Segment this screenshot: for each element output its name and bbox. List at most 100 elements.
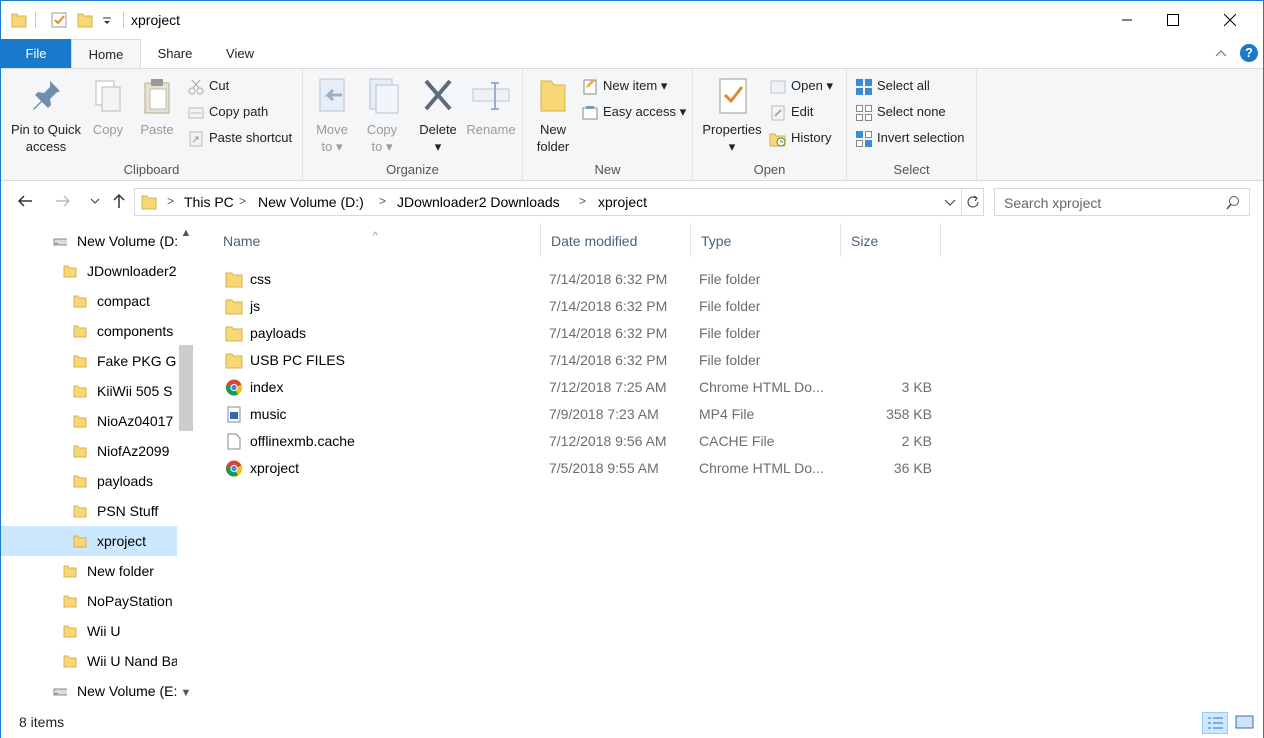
file-name: music	[250, 406, 287, 422]
nav-scrollbar[interactable]: ▲ ▼	[177, 223, 195, 708]
nav-item-xproject[interactable]: xproject	[1, 526, 177, 556]
copy-to-button[interactable]: Copy to ▾	[361, 75, 403, 155]
paste-button[interactable]: Paste	[135, 75, 179, 138]
select-all-button[interactable]: Select all	[855, 75, 930, 97]
pin-quick-access-button[interactable]: Pin to Quick access	[7, 75, 85, 155]
rename-button[interactable]: Rename	[465, 75, 517, 138]
navigation-pane: New Volume (D:) JDownloader2 Downloads c…	[1, 223, 197, 708]
nav-item-wii-u-nand[interactable]: Wii U Nand Backup	[1, 646, 177, 676]
back-button[interactable]	[15, 192, 35, 212]
refresh-icon[interactable]	[965, 194, 981, 210]
divider	[961, 189, 962, 215]
nav-item-niofaz2099[interactable]: NiofAz2099	[1, 436, 177, 466]
address-bar[interactable]: > This PC > New Volume (D:) > JDownloade…	[134, 188, 984, 216]
file-row[interactable]: js 7/14/2018 6:32 PM File folder	[213, 293, 943, 320]
maximize-button[interactable]	[1150, 1, 1196, 39]
help-button[interactable]: ?	[1240, 44, 1258, 62]
tab-file[interactable]: File	[1, 39, 71, 68]
search-icon[interactable]	[1225, 195, 1241, 211]
new-folder-label-1: New	[539, 122, 566, 137]
nav-item-label: xproject	[97, 533, 147, 549]
nav-item-label: NoPayStation	[87, 593, 173, 609]
file-row[interactable]: payloads 7/14/2018 6:32 PM File folder	[213, 320, 943, 347]
file-row[interactable]: offlinexmb.cache 7/12/2018 9:56 AM CACHE…	[213, 428, 943, 455]
nav-item-kiiwii[interactable]: KiiWii 505 S	[1, 376, 177, 406]
folder-icon	[225, 353, 243, 369]
file-row[interactable]: xproject 7/5/2018 9:55 AM Chrome HTML Do…	[213, 455, 943, 482]
file-type: CACHE File	[699, 433, 775, 449]
nav-item-new-volume-d[interactable]: New Volume (D:)	[1, 226, 177, 256]
copy-path-button[interactable]: Copy path	[187, 101, 268, 123]
breadcrumb-new-volume-d[interactable]: New Volume (D:)	[258, 194, 364, 210]
select-none-button[interactable]: Select none	[855, 101, 946, 123]
nav-item-nioaz04017[interactable]: NioAz04017	[1, 406, 177, 436]
column-header-name[interactable]: Name ^	[213, 223, 541, 257]
tab-home[interactable]: Home	[71, 39, 141, 69]
breadcrumb-separator[interactable]: >	[379, 194, 386, 208]
close-button[interactable]	[1207, 1, 1253, 39]
breadcrumb-jdownloader2[interactable]: JDownloader2 Downloads	[397, 194, 560, 210]
delete-button[interactable]: Delete ▾	[415, 75, 461, 155]
nav-item-new-folder[interactable]: New folder	[1, 556, 177, 586]
chevron-down-icon[interactable]	[943, 196, 957, 210]
nav-item-payloads[interactable]: payloads	[1, 466, 177, 496]
open-button[interactable]: Open ▾	[769, 75, 833, 97]
nav-item-psn-stuff[interactable]: PSN Stuff	[1, 496, 177, 526]
properties-button[interactable]: Properties ▾	[699, 75, 765, 155]
recent-locations-button[interactable]	[85, 192, 105, 212]
nav-item-new-volume-e[interactable]: New Volume (E:)	[1, 676, 177, 706]
tab-view[interactable]: View	[209, 39, 271, 68]
new-folder-button[interactable]: New folder	[531, 75, 575, 155]
file-type: File folder	[699, 298, 761, 314]
large-icons-view-button[interactable]	[1232, 712, 1258, 734]
folder-icon	[73, 355, 87, 368]
edit-button[interactable]: Edit	[769, 101, 813, 123]
history-label: History	[791, 130, 832, 145]
history-button[interactable]: History	[769, 127, 831, 149]
chevron-up-icon[interactable]: ▲	[177, 227, 195, 241]
file-row[interactable]: css 7/14/2018 6:32 PM File folder	[213, 266, 943, 293]
minimize-button[interactable]	[1104, 1, 1150, 39]
paste-label: Paste	[140, 122, 174, 137]
search-input[interactable]: Search xproject	[1004, 195, 1101, 211]
new-folder-icon[interactable]	[77, 11, 93, 29]
easy-access-button[interactable]: Easy access ▾	[581, 101, 686, 123]
chrome-icon	[226, 379, 243, 396]
nav-item-wii-u[interactable]: Wii U	[1, 616, 177, 646]
column-header-size[interactable]: Size	[841, 223, 941, 257]
pin-icon	[33, 81, 60, 110]
nav-item-jdownloader2[interactable]: JDownloader2 Downloads	[1, 256, 177, 286]
properties-icon[interactable]	[51, 11, 67, 29]
invert-selection-button[interactable]: Invert selection	[855, 127, 964, 149]
nav-item-nopaystation[interactable]: NoPayStation	[1, 586, 177, 616]
new-item-button[interactable]: New item ▾	[581, 75, 667, 97]
move-to-button[interactable]: Move to ▾	[311, 75, 353, 155]
column-header-type[interactable]: Type	[691, 223, 841, 257]
collapse-ribbon-icon[interactable]	[1214, 47, 1228, 59]
nav-item-compact[interactable]: compact	[1, 286, 177, 316]
breadcrumb-separator[interactable]: >	[239, 194, 246, 208]
copy-button[interactable]: Copy	[87, 75, 129, 138]
search-box[interactable]: Search xproject	[994, 188, 1250, 216]
copy-to-label-1: Copy	[366, 122, 398, 137]
paste-shortcut-button[interactable]: Paste shortcut	[187, 127, 292, 149]
file-row[interactable]: music 7/9/2018 7:23 AM MP4 File 358 KB	[213, 401, 943, 428]
chevron-down-icon[interactable]: ▼	[177, 687, 195, 701]
cut-button[interactable]: Cut	[187, 75, 229, 97]
scroll-thumb[interactable]	[179, 345, 193, 431]
invert-selection-icon	[856, 130, 872, 147]
column-header-date[interactable]: Date modified	[541, 223, 691, 257]
file-row[interactable]: USB PC FILES 7/14/2018 6:32 PM File fold…	[213, 347, 943, 374]
file-row[interactable]: index 7/12/2018 7:25 AM Chrome HTML Do..…	[213, 374, 943, 401]
up-button[interactable]	[109, 192, 129, 212]
nav-item-components[interactable]: components	[1, 316, 177, 346]
breadcrumb-separator[interactable]: >	[579, 194, 586, 208]
details-view-button[interactable]	[1202, 712, 1228, 734]
breadcrumb-xproject[interactable]: xproject	[598, 194, 647, 210]
quick-access-dropdown-icon[interactable]	[101, 11, 113, 29]
forward-button[interactable]	[53, 192, 73, 212]
tab-share[interactable]: Share	[141, 39, 209, 68]
breadcrumb-this-pc[interactable]: This PC	[184, 194, 234, 210]
nav-item-fake-pkg[interactable]: Fake PKG Generator	[1, 346, 177, 376]
organize-group-label: Organize	[386, 162, 439, 177]
